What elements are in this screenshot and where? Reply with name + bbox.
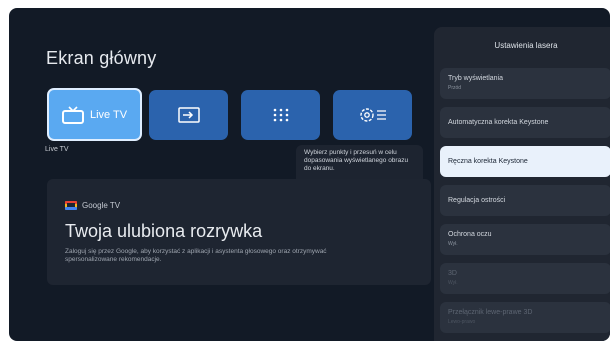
google-tv-brand-label: Google TV [82,201,121,210]
menu-item-label: 3D [448,270,457,277]
menu-item-manual-keystone[interactable]: Ręczna korekta Keystone [440,146,610,177]
menu-item-display-mode[interactable]: Tryb wyświetlania Przód [440,68,610,99]
settings-tile[interactable] [333,90,412,140]
menu-item-value: Wył. [448,241,458,247]
menu-item-value: Przód [448,85,462,91]
google-tv-logo-icon [65,201,77,210]
menu-item-label: Regulacja ostrości [448,197,506,204]
menu-item-value: Wył. [448,280,458,286]
menu-item-value: Lewo-prawo [448,319,476,325]
card-description: Zaloguj się przez Google, aby korzystać … [65,248,327,263]
live-tv-label: Live TV [89,108,128,121]
menu-item-label: Ręczna korekta Keystone [448,158,528,165]
tv-icon [61,105,84,124]
menu-item-focus[interactable]: Regulacja ostrości [440,185,610,216]
tv-screen: Ekran główny Live TV Live TV Wybierz pun… [9,8,610,341]
apps-tile[interactable] [241,90,320,140]
menu-item-label: Przełącznik lewe-prawe 3D [448,309,533,316]
laser-settings-panel: Ustawienia lasera Tryb wyświetlania Przó… [434,27,610,341]
input-source-icon [177,107,200,123]
google-tv-card[interactable]: Google TV Twoja ulubiona rozrywka Zalogu… [47,179,431,285]
menu-item-label: Ochrona oczu [448,231,492,238]
input-source-tile[interactable] [149,90,228,140]
settings-gear-icon [359,108,386,122]
page-title: Ekran główny [46,48,157,68]
menu-item-label: Automatyczna korekta Keystone [448,119,549,126]
card-title: Twoja ulubiona rozrywka [65,221,263,241]
menu-item-eye-protection[interactable]: Ochrona oczu Wył. [440,224,610,255]
apps-grid-icon [273,108,288,122]
menu-item-3d[interactable]: 3D Wył. [440,263,610,294]
panel-title: Ustawienia lasera [494,41,558,50]
focused-tile-caption: Live TV [45,146,69,153]
live-tv-tile[interactable]: Live TV [47,88,142,141]
menu-item-3d-lr-switch[interactable]: Przełącznik lewe-prawe 3D Lewo-prawo [440,302,610,333]
menu-item-auto-keystone[interactable]: Automatyczna korekta Keystone [440,107,610,138]
menu-item-label: Tryb wyświetlania [448,75,503,82]
google-tv-brand: Google TV [65,201,120,210]
